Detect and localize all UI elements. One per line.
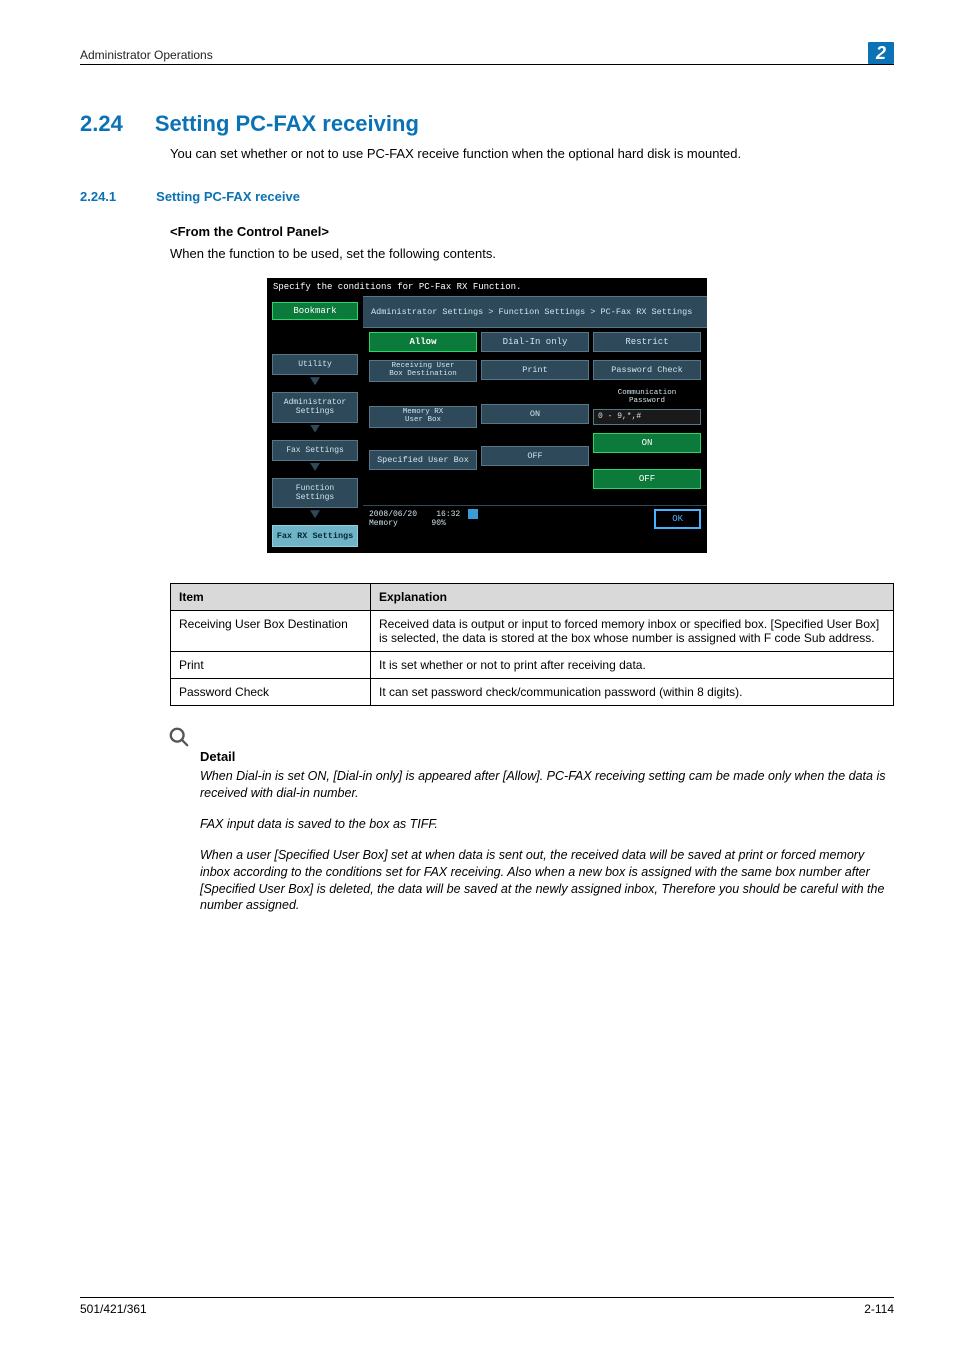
nav-arrow-icon <box>272 425 358 436</box>
subsection-number: 2.24.1 <box>80 189 116 204</box>
breadcrumb: Administrator Settings > Function Settin… <box>363 296 707 328</box>
table-cell-item: Receiving User Box Destination <box>171 611 371 652</box>
explanation-table: Item Explanation Receiving User Box Dest… <box>170 583 894 706</box>
table-row: Password Check It can set password check… <box>171 679 894 706</box>
status-date: 2008/06/20 <box>369 510 417 519</box>
detail-title: Detail <box>200 749 894 764</box>
footer-model: 501/421/361 <box>80 1302 147 1316</box>
label-memory-rx-box[interactable]: Memory RX User Box <box>369 406 477 428</box>
label-password-check[interactable]: Password Check <box>593 360 701 380</box>
ok-button[interactable]: OK <box>654 509 701 529</box>
table-cell-expl: It can set password check/communication … <box>371 679 894 706</box>
table-cell-expl: It is set whether or not to print after … <box>371 652 894 679</box>
nav-arrow-icon <box>272 377 358 388</box>
button-on[interactable]: ON <box>593 433 701 453</box>
section-number: 2.24 <box>80 111 123 137</box>
label-recv-user-box[interactable]: Receiving User Box Destination <box>369 360 477 382</box>
table-cell-item: Password Check <box>171 679 371 706</box>
nav-fax-settings[interactable]: Fax Settings <box>272 440 358 461</box>
button-off[interactable]: OFF <box>593 469 701 489</box>
table-row: Receiving User Box Destination Received … <box>171 611 894 652</box>
label-print[interactable]: Print <box>481 360 589 380</box>
running-header: Administrator Operations <box>80 48 213 62</box>
table-cell-item: Print <box>171 652 371 679</box>
nav-utility[interactable]: Utility <box>272 354 358 375</box>
tab-dialin-only[interactable]: Dial-In only <box>481 332 589 352</box>
subsection-title: Setting PC-FAX receive <box>156 189 300 204</box>
status-memory-label: Memory <box>369 519 398 528</box>
table-head-item: Item <box>171 584 371 611</box>
panel-heading: <From the Control Panel> <box>170 224 894 239</box>
value-on[interactable]: ON <box>481 404 589 424</box>
nav-arrow-icon <box>272 510 358 521</box>
nav-current-fax-rx[interactable]: Fax RX Settings <box>272 525 358 547</box>
detail-paragraph: When a user [Specified User Box] set at … <box>200 847 894 915</box>
section-intro: You can set whether or not to use PC-FAX… <box>170 145 894 163</box>
label-specified-user-box[interactable]: Specified User Box <box>369 450 477 470</box>
detail-paragraph: FAX input data is saved to the box as TI… <box>200 816 894 833</box>
footer-page: 2-114 <box>864 1302 894 1316</box>
memory-icon <box>468 509 478 519</box>
status-time: 16:32 <box>436 510 460 519</box>
panel-intro: When the function to be used, set the fo… <box>170 245 894 263</box>
tab-restrict[interactable]: Restrict <box>593 332 701 352</box>
password-field[interactable]: 0 - 9,*,# <box>593 409 701 425</box>
chapter-badge: 2 <box>868 42 894 64</box>
value-off[interactable]: OFF <box>481 446 589 466</box>
bookmark-button[interactable]: Bookmark <box>272 302 358 320</box>
status-memory-pct: 90% <box>431 519 445 528</box>
screenshot-caption: Specify the conditions for PC-Fax RX Fun… <box>267 278 707 296</box>
table-row: Print It is set whether or not to print … <box>171 652 894 679</box>
detail-paragraph: When Dial-in is set ON, [Dial-in only] i… <box>200 768 894 802</box>
section-title: Setting PC-FAX receiving <box>155 111 419 137</box>
tab-allow[interactable]: Allow <box>369 332 477 352</box>
label-comm-password: Communication Password <box>593 390 701 405</box>
magnifier-icon <box>168 726 190 748</box>
table-cell-expl: Received data is output or input to forc… <box>371 611 894 652</box>
device-screenshot: Specify the conditions for PC-Fax RX Fun… <box>267 278 707 553</box>
nav-admin-settings[interactable]: Administrator Settings <box>272 392 358 422</box>
nav-arrow-icon <box>272 463 358 474</box>
table-head-explanation: Explanation <box>371 584 894 611</box>
nav-function-settings[interactable]: Function Settings <box>272 478 358 508</box>
